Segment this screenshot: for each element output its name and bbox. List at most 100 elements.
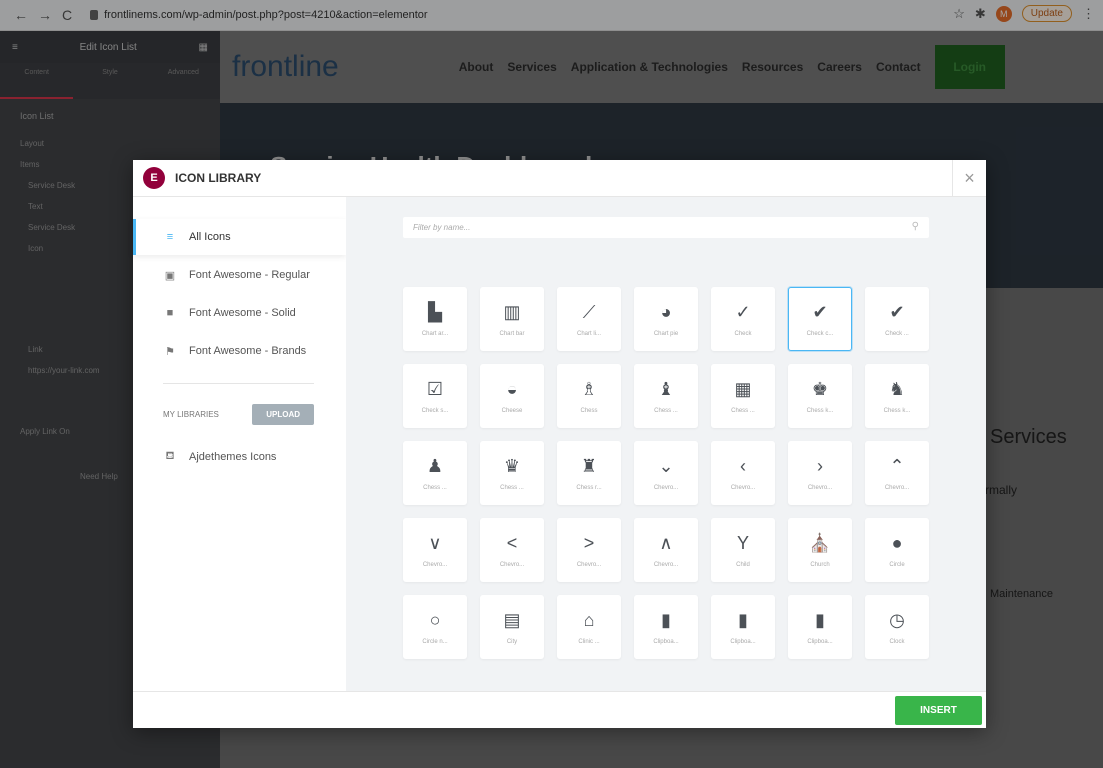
icon-label: Circle n... bbox=[422, 639, 448, 645]
icon-label: Chart li... bbox=[576, 331, 601, 337]
icon-glyph-icon: ✓ bbox=[735, 301, 751, 322]
icon-tile[interactable]: ▤ City bbox=[480, 595, 544, 659]
category-custom-library[interactable]: ⛾ Ajdethemes Icons bbox=[133, 439, 346, 475]
icon-glyph-icon: ∧ bbox=[659, 532, 673, 553]
icon-glyph-icon: ○ bbox=[429, 609, 441, 630]
fa-regular-icon: ▣ bbox=[164, 269, 176, 282]
icon-tile[interactable]: ▙ Chart ar... bbox=[403, 287, 467, 351]
icon-glyph-icon: ▦ bbox=[734, 378, 752, 399]
icon-label: Chevro... bbox=[576, 562, 602, 568]
icon-label: Chess ... bbox=[423, 485, 447, 491]
insert-button[interactable]: INSERT bbox=[895, 696, 982, 725]
icon-label: Chevro... bbox=[807, 485, 833, 491]
icon-tile[interactable]: ▮ Clipboa... bbox=[634, 595, 698, 659]
icon-glyph-icon: ♗ bbox=[580, 378, 598, 399]
icon-tile[interactable]: ♟ Chess ... bbox=[403, 441, 467, 505]
icon-glyph-icon: ♛ bbox=[503, 455, 521, 476]
category-fa-solid[interactable]: ■ Font Awesome - Solid bbox=[133, 295, 346, 331]
icon-glyph-icon: ⛪ bbox=[808, 532, 832, 553]
icon-label: Chart ar... bbox=[421, 331, 449, 337]
icon-tile[interactable]: ♗ Chess bbox=[557, 364, 621, 428]
icon-glyph-icon: Y bbox=[736, 532, 749, 553]
icon-tile[interactable]: < Chevro... bbox=[480, 518, 544, 582]
icon-glyph-icon: ‹ bbox=[740, 455, 746, 476]
icon-glyph-icon: › bbox=[817, 455, 823, 476]
icon-library-modal: E ICON LIBRARY × ≡ All Icons ▣ Font Awes… bbox=[133, 160, 986, 728]
icon-tile[interactable]: > Chevro... bbox=[557, 518, 621, 582]
divider bbox=[163, 383, 314, 384]
icon-glyph-icon: ♝ bbox=[657, 378, 675, 399]
icon-label: Clock bbox=[889, 639, 905, 645]
category-label: Font Awesome - Solid bbox=[189, 307, 296, 319]
icon-tile[interactable]: ▮ Clipboa... bbox=[788, 595, 852, 659]
icon-tile[interactable]: ✓ Check bbox=[711, 287, 775, 351]
icon-glyph-icon: ◒ bbox=[506, 378, 518, 399]
filter-input[interactable]: Filter by name... ⚲ bbox=[403, 217, 929, 238]
icon-glyph-icon: ♚ bbox=[811, 378, 829, 399]
category-label: Ajdethemes Icons bbox=[189, 451, 277, 463]
icon-glyph-icon: ♜ bbox=[580, 455, 598, 476]
icon-tile[interactable]: ♝ Chess ... bbox=[634, 364, 698, 428]
icon-tile[interactable]: ‹ Chevro... bbox=[711, 441, 775, 505]
upload-button[interactable]: UPLOAD bbox=[252, 404, 314, 425]
icon-tile[interactable]: ▦ Chess ... bbox=[711, 364, 775, 428]
custom-library-icon: ⛾ bbox=[165, 450, 175, 462]
icon-label: Clipboa... bbox=[807, 639, 833, 645]
icon-tile[interactable]: › Chevro... bbox=[788, 441, 852, 505]
icon-tile[interactable]: ◕ Chart pie bbox=[634, 287, 698, 351]
icon-tile[interactable]: ▮ Clipboa... bbox=[711, 595, 775, 659]
icon-tile[interactable]: Y Child bbox=[711, 518, 775, 582]
icon-tile[interactable]: ♞ Chess k... bbox=[865, 364, 929, 428]
icon-label: Church bbox=[810, 562, 830, 568]
icon-tile[interactable]: ○ Circle n... bbox=[403, 595, 467, 659]
icon-browser: Filter by name... ⚲ ▙ Chart ar... ▥ Chart b… bbox=[346, 197, 986, 691]
icon-glyph-icon: ● bbox=[891, 532, 903, 553]
close-icon[interactable]: × bbox=[952, 160, 986, 197]
icon-glyph-icon: ◕ bbox=[660, 301, 672, 322]
icon-label: Cheese bbox=[501, 408, 523, 414]
icon-tile[interactable]: ✔ Check c... bbox=[788, 287, 852, 351]
icon-glyph-icon: ▮ bbox=[738, 609, 748, 630]
icon-tile[interactable]: ▥ Chart bar bbox=[480, 287, 544, 351]
icon-tile[interactable]: ● Circle bbox=[865, 518, 929, 582]
category-fa-regular[interactable]: ▣ Font Awesome - Regular bbox=[133, 257, 346, 293]
icon-tile[interactable]: ⌂ Clinic ... bbox=[557, 595, 621, 659]
icon-tile[interactable]: ∨ Chevro... bbox=[403, 518, 467, 582]
icon-tile[interactable]: ⌃ Chevro... bbox=[865, 441, 929, 505]
icon-label: Chess k... bbox=[806, 408, 834, 414]
icon-tile[interactable]: ◒ Cheese bbox=[480, 364, 544, 428]
my-libraries-label: MY LIBRARIES bbox=[163, 410, 219, 419]
category-all-icons[interactable]: ≡ All Icons bbox=[133, 219, 346, 255]
icon-label: Chevro... bbox=[499, 562, 525, 568]
icon-label: City bbox=[506, 639, 518, 645]
icon-tile[interactable]: ◷ Clock bbox=[865, 595, 929, 659]
icon-label: Chess ... bbox=[731, 408, 755, 414]
elementor-logo: E bbox=[143, 167, 165, 189]
icon-tile[interactable]: ⟋ Chart li... bbox=[557, 287, 621, 351]
modal-title: ICON LIBRARY bbox=[175, 171, 262, 185]
icon-glyph-icon: ⌃ bbox=[889, 455, 905, 476]
fa-solid-icon: ■ bbox=[166, 307, 174, 319]
icon-grid: ▙ Chart ar... ▥ Chart bar ⟋ Chart li... ◕ Chart… bbox=[403, 287, 929, 659]
icon-label: Chart bar bbox=[499, 331, 525, 337]
icon-tile[interactable]: ♛ Chess ... bbox=[480, 441, 544, 505]
icon-tile[interactable]: ⌄ Chevro... bbox=[634, 441, 698, 505]
icon-tile[interactable]: ⛪ Church bbox=[788, 518, 852, 582]
icon-tile[interactable]: ♜ Chess r... bbox=[557, 441, 621, 505]
icon-glyph-icon: ♞ bbox=[888, 378, 906, 399]
icon-tile[interactable]: ☑ Check s... bbox=[403, 364, 467, 428]
icon-glyph-icon: ▙ bbox=[428, 301, 442, 322]
icon-tile[interactable]: ♚ Chess k... bbox=[788, 364, 852, 428]
icon-glyph-icon: ▥ bbox=[503, 301, 521, 322]
icon-glyph-icon: ▮ bbox=[815, 609, 825, 630]
category-fa-brands[interactable]: ⚑ Font Awesome - Brands bbox=[133, 333, 346, 369]
icon-label: Chess ... bbox=[500, 485, 524, 491]
icon-glyph-icon: ☑ bbox=[426, 378, 444, 399]
icon-label: Clinic ... bbox=[578, 639, 600, 645]
icon-label: Clipboa... bbox=[730, 639, 756, 645]
icon-tile[interactable]: ✔ Check ... bbox=[865, 287, 929, 351]
flag-icon: ⚑ bbox=[165, 345, 175, 358]
icon-glyph-icon: ∨ bbox=[428, 532, 442, 553]
icon-glyph-icon: ◷ bbox=[889, 609, 905, 630]
icon-tile[interactable]: ∧ Chevro... bbox=[634, 518, 698, 582]
